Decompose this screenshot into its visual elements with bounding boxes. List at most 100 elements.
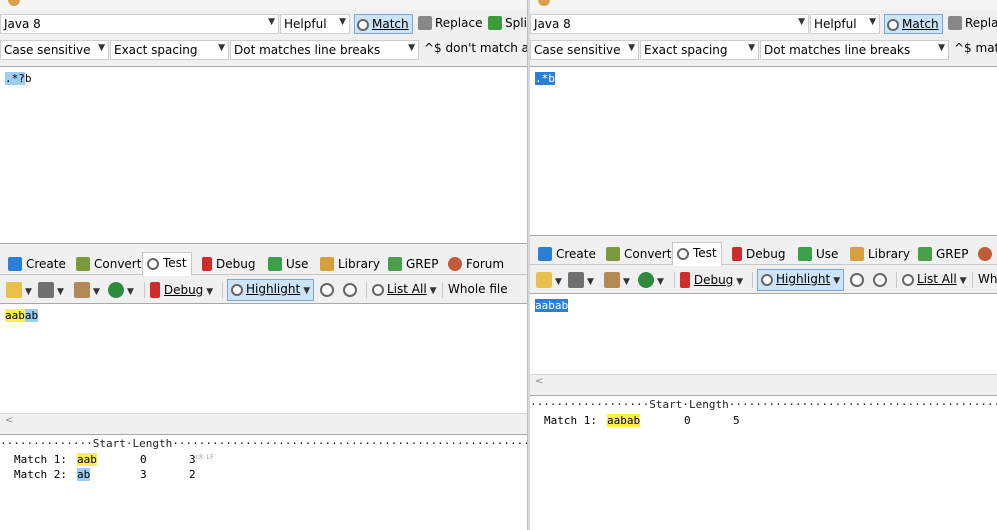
- dot-select[interactable]: Dot matches line breaks ▼: [760, 40, 949, 60]
- previous-match-icon: [850, 273, 864, 287]
- replace-button[interactable]: Repla: [946, 14, 997, 34]
- grep-icon: [918, 247, 932, 261]
- chevron-down-icon: ▼: [268, 17, 275, 27]
- web-button[interactable]: ▼: [638, 270, 664, 290]
- split-icon: [488, 16, 502, 30]
- chevron-down-icon: ▼: [218, 43, 225, 53]
- debug-button[interactable]: Debug ▼: [680, 270, 743, 290]
- results-header: ··················Start·Length··········…: [530, 398, 997, 411]
- chevron-down-icon: ▼: [798, 17, 805, 27]
- tab-use[interactable]: Use: [264, 254, 312, 275]
- chevron-down-icon: ▼: [93, 287, 100, 297]
- tab-debug[interactable]: Debug: [728, 244, 789, 265]
- helpful-select[interactable]: Helpful ▼: [810, 14, 880, 34]
- tab-create[interactable]: Create: [534, 244, 600, 265]
- grep-icon: [388, 257, 402, 271]
- debug-button[interactable]: Debug ▼: [150, 280, 213, 300]
- anchors-option[interactable]: ^$ don't match at: [424, 41, 527, 55]
- forum-icon: [978, 247, 992, 261]
- tab-library[interactable]: Library: [316, 254, 384, 275]
- match-results-panel: ··············Start·Length··············…: [0, 434, 527, 530]
- flavor-select[interactable]: Java 8 ▼: [0, 14, 279, 34]
- app-icon: [8, 0, 20, 6]
- save-button[interactable]: ▼: [38, 280, 64, 300]
- regex-editor[interactable]: .*?b: [0, 66, 527, 244]
- horizontal-scrollbar[interactable]: <: [0, 413, 527, 430]
- case-select[interactable]: Case sensitive ▼: [530, 40, 639, 60]
- spacing-select[interactable]: Exact spacing ▼: [110, 40, 229, 60]
- tab-forum[interactable]: Forum: [444, 254, 508, 275]
- case-select[interactable]: Case sensitive ▼: [0, 40, 109, 60]
- create-icon: [538, 247, 552, 261]
- web-button[interactable]: ▼: [108, 280, 134, 300]
- tab-test[interactable]: Test: [142, 252, 192, 276]
- tab-grep[interactable]: GREP: [914, 244, 972, 265]
- paste-button[interactable]: ▼: [74, 280, 100, 300]
- chevron-down-icon: ▼: [25, 287, 32, 297]
- match-results-panel: ··················Start·Length··········…: [530, 395, 997, 530]
- new-button[interactable]: ▼: [536, 270, 562, 290]
- highlight-icon: [761, 274, 773, 286]
- debug-icon: [680, 272, 690, 288]
- search-icon: [887, 19, 899, 31]
- match-button[interactable]: Match: [884, 14, 943, 34]
- tab-test[interactable]: Test: [672, 242, 722, 266]
- chevron-down-icon: ▼: [628, 43, 635, 53]
- list-all-button[interactable]: List All ▼: [372, 280, 437, 300]
- test-icon: [677, 248, 689, 260]
- search-icon: [357, 19, 369, 31]
- highlight-button[interactable]: Highlight ▼: [227, 279, 315, 301]
- next-match-icon: [873, 273, 887, 287]
- globe-icon: [638, 272, 654, 288]
- tab-use[interactable]: Use: [794, 244, 842, 265]
- subject-text: aabab: [5, 309, 39, 322]
- dot-select[interactable]: Dot matches line breaks ▼: [230, 40, 419, 60]
- debug-icon: [150, 282, 160, 298]
- chevron-down-icon: ▼: [623, 277, 630, 287]
- tab-forum[interactable]: [974, 244, 997, 265]
- main-tabs: Create Convert Test Debug Use Library GR…: [530, 241, 997, 266]
- prev-match-button[interactable]: [320, 280, 334, 300]
- test-subject-editor[interactable]: aabab: [530, 293, 997, 374]
- scope-select[interactable]: Whole file: [448, 280, 508, 300]
- separator: [896, 272, 897, 288]
- test-subject-editor[interactable]: aabab: [0, 303, 527, 413]
- anchors-option[interactable]: ^$ matc: [954, 41, 997, 55]
- list-all-button[interactable]: List All ▼: [902, 270, 967, 290]
- horizontal-scrollbar[interactable]: <: [530, 374, 997, 391]
- new-button[interactable]: ▼: [6, 280, 32, 300]
- prev-match-button[interactable]: [850, 270, 864, 290]
- tab-debug[interactable]: Debug: [198, 254, 259, 275]
- tab-convert[interactable]: Convert: [602, 244, 675, 265]
- convert-icon: [76, 257, 90, 271]
- list-icon: [902, 274, 914, 286]
- replace-button[interactable]: Replace: [416, 14, 485, 34]
- helpful-select[interactable]: Helpful ▼: [280, 14, 350, 34]
- separator: [972, 272, 973, 288]
- flavor-select[interactable]: Java 8 ▼: [530, 14, 809, 34]
- replace-icon: [948, 16, 962, 30]
- paste-icon: [74, 282, 90, 298]
- regex-editor[interactable]: .*b: [530, 66, 997, 236]
- next-match-button[interactable]: [873, 270, 887, 290]
- tab-library[interactable]: Library: [846, 244, 914, 265]
- split-button[interactable]: Split: [486, 14, 527, 34]
- tab-create[interactable]: Create: [4, 254, 70, 275]
- highlight-button[interactable]: Highlight ▼: [757, 269, 845, 291]
- chevron-down-icon: ▼: [938, 43, 945, 53]
- save-button[interactable]: ▼: [568, 270, 594, 290]
- match-button[interactable]: Match: [354, 14, 413, 34]
- tab-convert[interactable]: Convert: [72, 254, 145, 275]
- convert-icon: [606, 247, 620, 261]
- chevron-down-icon: ▼: [127, 287, 134, 297]
- chevron-down-icon: ▼: [206, 287, 214, 297]
- window-titlebar: [530, 0, 997, 10]
- next-match-button[interactable]: [343, 280, 357, 300]
- chevron-down-icon: ▼: [429, 286, 437, 296]
- tab-grep[interactable]: GREP: [384, 254, 442, 275]
- paste-button[interactable]: ▼: [604, 270, 630, 290]
- spacing-select[interactable]: Exact spacing ▼: [640, 40, 759, 60]
- scope-select[interactable]: Wh: [978, 270, 997, 290]
- regex-toolbar: Java 8▼ Helpful▼ Match Replace Split: [0, 12, 527, 36]
- use-icon: [268, 257, 282, 271]
